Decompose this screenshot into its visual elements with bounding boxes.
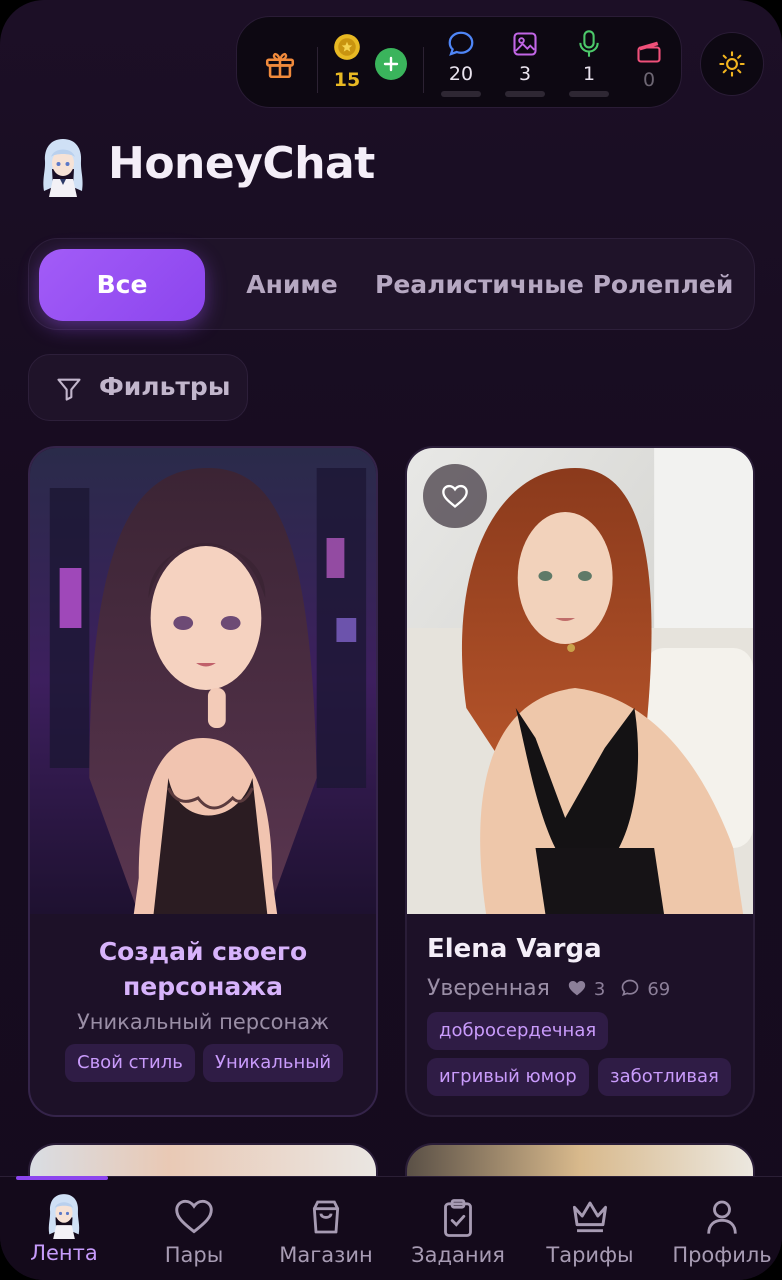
- tab-all[interactable]: Все: [39, 249, 205, 321]
- nav-plans[interactable]: Тарифы: [526, 1191, 654, 1279]
- voice-counter: 1: [567, 17, 611, 109]
- tag-chip: заботливая: [598, 1058, 731, 1096]
- filters-label: Фильтры: [99, 372, 231, 401]
- character-meta: Уверенная 3 69: [427, 976, 670, 1001]
- nav-pairs-label: Пары: [164, 1243, 224, 1267]
- favorite-button[interactable]: [423, 464, 487, 528]
- nav-feed[interactable]: Лента: [0, 1191, 128, 1279]
- filters-button[interactable]: Фильтры: [28, 354, 248, 421]
- create-character-subtitle: Уникальный персонаж: [76, 1010, 330, 1034]
- filter-icon: [57, 378, 81, 401]
- add-coins-button[interactable]: [375, 48, 407, 80]
- microphone-icon: [579, 30, 599, 57]
- nav-profile[interactable]: Профиль: [658, 1191, 782, 1279]
- nav-pairs[interactable]: Пары: [130, 1191, 258, 1279]
- coin-count: 15: [333, 69, 361, 91]
- video-count: 0: [642, 69, 656, 91]
- plus-icon: [383, 56, 399, 72]
- images-count: 3: [518, 63, 532, 85]
- tag-chip: игривый юмор: [427, 1058, 589, 1096]
- active-tab-indicator: [16, 1176, 108, 1180]
- messages-count: 20: [448, 63, 474, 85]
- app-screen: 15 20 3 1 0 HoneyChat Все Аниме Реалисти…: [0, 0, 782, 1280]
- message-icon: [448, 31, 474, 56]
- nav-tasks[interactable]: Задания: [394, 1191, 522, 1279]
- voice-count: 1: [582, 63, 596, 85]
- clipboard-check-icon: [444, 1199, 472, 1237]
- likes-count: 3: [593, 979, 606, 1000]
- likes-icon: [568, 981, 586, 996]
- nav-plans-label: Тарифы: [546, 1243, 634, 1267]
- images-counter: 3: [503, 17, 547, 109]
- coin-icon: [334, 34, 360, 60]
- anime-character-image: [30, 448, 376, 914]
- messages-counter: 20: [437, 17, 485, 109]
- comments-count: 69: [647, 979, 671, 1000]
- nav-profile-label: Профиль: [672, 1243, 772, 1267]
- nav-shop[interactable]: Магазин: [262, 1191, 390, 1279]
- image-icon: [513, 32, 537, 56]
- character-name: Elena Varga: [427, 934, 602, 964]
- tab-anime[interactable]: Аниме: [225, 249, 359, 321]
- character-trait: Уверенная: [427, 976, 550, 1001]
- heart-icon: [175, 1199, 213, 1234]
- create-character-title: Создай своего персонажа: [98, 937, 308, 1001]
- feed-avatar-icon: [48, 1194, 80, 1239]
- user-icon: [707, 1200, 737, 1234]
- nav-tasks-label: Задания: [411, 1243, 505, 1267]
- bottom-navigation: Лента Пары Магазин Задания Тарифы Профил…: [0, 1176, 782, 1280]
- heart-icon: [442, 484, 468, 508]
- video-counter: 0: [627, 17, 671, 109]
- comments-icon: [622, 979, 639, 997]
- nav-feed-label: Лента: [30, 1241, 98, 1265]
- gift-icon: [265, 52, 295, 79]
- category-tabs: Все Аниме Реалистичные Ролеплей: [28, 238, 755, 330]
- tab-roleplay[interactable]: Ролеплей: [591, 249, 735, 321]
- nav-shop-label: Магазин: [279, 1243, 373, 1267]
- tag-chip: Уникальный: [203, 1044, 344, 1082]
- sun-icon: [719, 51, 745, 77]
- app-title: HoneyChat: [108, 138, 375, 189]
- clapperboard-icon: [637, 41, 661, 63]
- gift-button[interactable]: [255, 17, 305, 109]
- tag-chip: Свой стиль: [65, 1044, 195, 1082]
- crown-icon: [572, 1201, 608, 1233]
- coin-balance: 15: [325, 17, 369, 109]
- create-character-card[interactable]: Создай своего персонажа Уникальный персон…: [28, 446, 378, 1117]
- balance-bar: 15 20 3 1 0: [236, 16, 682, 108]
- shopping-bag-icon: [312, 1200, 340, 1234]
- character-card[interactable]: Elena Varga Уверенная 3 69 добросердечна…: [405, 446, 755, 1117]
- tab-realistic[interactable]: Реалистичные: [375, 249, 584, 321]
- tag-chip: добросердечная: [427, 1012, 609, 1050]
- theme-toggle-button[interactable]: [700, 32, 764, 96]
- brand-logo-avatar: [43, 139, 83, 197]
